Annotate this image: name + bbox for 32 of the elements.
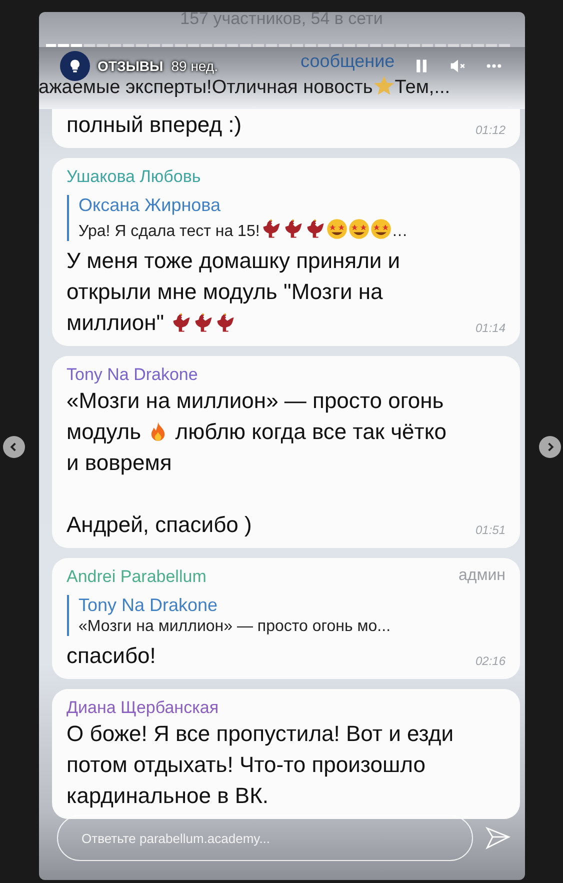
quoted-author: Tony Na Drakone (78, 595, 219, 616)
message-text: «Мозги на миллион» — просто огонь модуль люблю когда все так чётко и вовремя Андрей, спасибо ) (66, 387, 448, 539)
author-name: Tony Na Drakone (66, 365, 198, 385)
star-eyes-face-icon (370, 218, 392, 240)
mute-icon[interactable] (448, 57, 466, 75)
quoted-reply[interactable]: Tony Na Drakone «Мозги на миллион» — просто огонь мо... (66, 595, 506, 636)
previous-button[interactable] (2, 436, 24, 458)
admin-label: админ (458, 567, 506, 586)
story-age: 89 нед. (171, 58, 218, 74)
star-eyes-face-icon (326, 218, 348, 240)
star-eyes-face-icon (348, 218, 370, 240)
message-time: 01:14 (475, 321, 506, 335)
message-time: 01:12 (475, 123, 506, 137)
pinned-text: ажаемые эксперты!Отличная новость Тем,... (38, 75, 450, 99)
message-text: полный вперед :) (66, 111, 243, 139)
reply-field[interactable]: Ответьте parabellum.academy... (56, 815, 472, 861)
author-name: Andrei Parabellum (66, 567, 206, 587)
quoted-reply[interactable]: Оксана Жирнова Ура! Я сдала тест на 15! … (66, 195, 506, 241)
send-icon[interactable] (484, 825, 510, 851)
author-name: Ушакова Любовь (66, 167, 201, 187)
message-text: спасибо! (66, 642, 157, 670)
message-text: У меня тоже домашку приняли и открыли мне модуль "Мозги на миллион" (66, 247, 402, 337)
message-text: О боже! Я все пропустила! Вот и езди потом отдыхать! Что-то произошло кардинальное в ВК. (66, 720, 454, 810)
author-name: Диана Щербанская (66, 698, 219, 718)
star-icon (372, 75, 395, 97)
next-button[interactable] (538, 436, 560, 458)
quoted-text: «Мозги на миллион» — просто огонь мо... (78, 618, 392, 636)
message-time: 01:51 (475, 523, 506, 537)
quoted-author: Оксана Жирнова (78, 195, 222, 216)
message-time: 02:16 (475, 654, 506, 668)
quoted-text: Ура! Я сдала тест на 15! … (78, 218, 506, 241)
pinned-title: сообщение (300, 51, 395, 73)
